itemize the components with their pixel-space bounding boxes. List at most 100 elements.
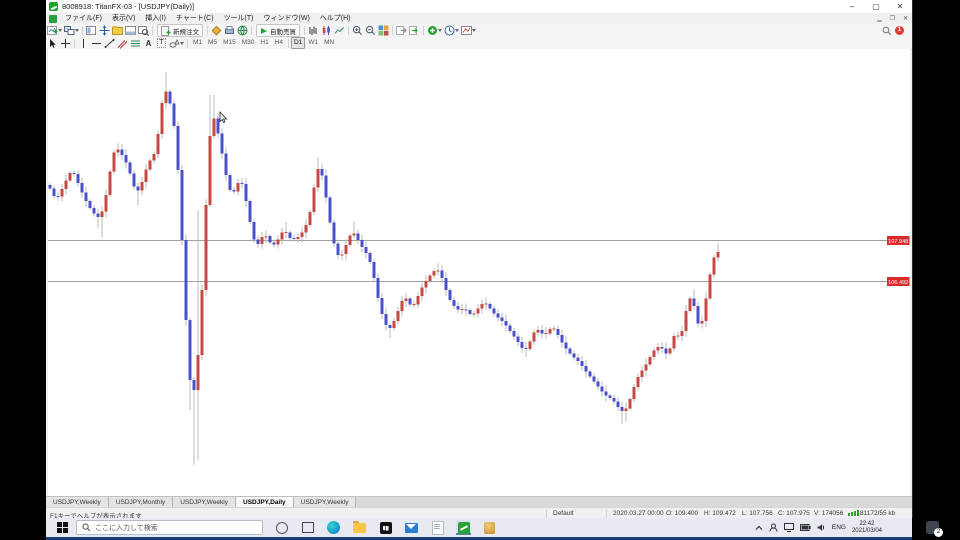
periods-dropdown[interactable] xyxy=(455,29,459,32)
new-order-button[interactable]: 新規注文 xyxy=(157,24,203,37)
zoom-out-icon[interactable] xyxy=(364,25,377,36)
profiles-dropdown[interactable] xyxy=(75,29,79,32)
text-tool-icon[interactable]: A xyxy=(142,38,155,49)
chart-shift-icon[interactable] xyxy=(395,25,408,36)
status-close: C: 107.975 xyxy=(778,510,810,517)
templates-dropdown[interactable] xyxy=(472,29,476,32)
cortana-icon[interactable] xyxy=(274,520,289,535)
minimize-button[interactable]: – xyxy=(840,1,864,13)
timeframe-m5[interactable]: M5 xyxy=(205,38,220,48)
menu-insert[interactable]: 挿入(I) xyxy=(140,13,171,24)
child-close-button[interactable]: ✕ xyxy=(899,15,912,22)
menu-help[interactable]: ヘルプ(H) xyxy=(315,13,356,24)
cursor-tool-icon[interactable] xyxy=(46,38,59,49)
candle-bodies xyxy=(48,91,720,411)
edge-icon[interactable] xyxy=(326,520,341,535)
timeframe-m15[interactable]: M15 xyxy=(220,38,239,48)
chart-child-icon xyxy=(49,14,57,23)
autotrade-button[interactable]: 自動売買 xyxy=(256,24,300,37)
notification-badge[interactable]: 1 xyxy=(895,26,904,35)
people-icon[interactable] xyxy=(769,523,778,532)
market-watch-icon[interactable] xyxy=(85,25,98,36)
task-view-icon[interactable] xyxy=(300,520,315,535)
child-minimize-button[interactable]: ▁ xyxy=(873,15,886,22)
new-order-label: 新規注文 xyxy=(173,28,199,36)
child-restore-button[interactable]: ❐ xyxy=(886,15,899,22)
mt4-window: 8008918: TitanFX-03 - [USDJPY(Daily)] – … xyxy=(46,0,913,520)
battery-icon[interactable] xyxy=(799,524,811,531)
timeframe-h1[interactable]: H1 xyxy=(257,38,271,48)
start-button[interactable] xyxy=(54,521,70,535)
tray-chevron-icon[interactable] xyxy=(755,525,763,531)
alerts-icon[interactable] xyxy=(210,25,223,36)
window-title: 8008918: TitanFX-03 - [USDJPY(Daily)] xyxy=(62,2,195,11)
shapes-dropdown[interactable] xyxy=(180,41,184,45)
search-placeholder: ここに入力して検索 xyxy=(95,524,158,532)
timeframe-mn[interactable]: MN xyxy=(321,38,337,48)
notepad-icon[interactable] xyxy=(430,520,445,535)
svg-text:107.948: 107.948 xyxy=(888,239,908,245)
timeframe-d1[interactable]: D1 xyxy=(291,37,306,49)
timeframe-m1[interactable]: M1 xyxy=(190,38,205,48)
close-button[interactable]: ✕ xyxy=(888,1,912,13)
channel-tool-icon[interactable] xyxy=(116,38,129,49)
search-icon[interactable] xyxy=(882,26,892,36)
standard-toolbar: 新規注文 自動売買 1 xyxy=(46,24,912,38)
mt4-taskbar-icon[interactable] xyxy=(456,520,471,535)
print-icon[interactable] xyxy=(223,25,236,36)
navigator-icon[interactable] xyxy=(111,25,124,36)
restore-button[interactable]: ▢ xyxy=(864,1,888,13)
menu-view[interactable]: 表示(V) xyxy=(107,13,140,24)
web-icon[interactable] xyxy=(236,25,249,36)
bar-chart-icon[interactable] xyxy=(307,25,320,36)
zoom-in-icon[interactable] xyxy=(351,25,364,36)
data-window-icon[interactable] xyxy=(98,25,111,36)
timeframe-h4[interactable]: H4 xyxy=(272,38,286,48)
chart-area[interactable]: 107.948 106.492 xyxy=(48,49,910,496)
svg-text:106.492: 106.492 xyxy=(888,280,908,286)
status-candle-time: 2020.03.27 00:00 xyxy=(613,510,664,517)
file-explorer-icon[interactable] xyxy=(352,520,367,535)
label-tool-icon[interactable]: T xyxy=(155,38,168,49)
screen: 8008918: TitanFX-03 - [USDJPY(Daily)] – … xyxy=(0,0,960,540)
gold-app-icon[interactable] xyxy=(482,520,497,535)
volume-icon[interactable] xyxy=(817,523,826,532)
search-icon xyxy=(82,523,91,532)
status-low: L: 107.756 xyxy=(742,510,773,517)
timeframe-m30[interactable]: M30 xyxy=(239,38,258,48)
new-chart-dropdown[interactable] xyxy=(58,29,62,32)
notification-center-icon[interactable]: 2 xyxy=(926,521,943,537)
system-tray: ENG 22:42 2021/03/04 xyxy=(755,521,882,535)
menu-window[interactable]: ウィンドウ(W) xyxy=(259,13,315,24)
strategy-tester-icon[interactable] xyxy=(137,25,150,36)
title-bar: 8008918: TitanFX-03 - [USDJPY(Daily)] – … xyxy=(46,0,912,13)
status-high: H: 109.472 xyxy=(704,510,736,517)
status-profile[interactable]: Default xyxy=(553,510,574,517)
taskbar-search-input[interactable]: ここに入力して検索 xyxy=(76,520,263,535)
trendline-tool-icon[interactable] xyxy=(103,38,116,49)
terminal-icon[interactable] xyxy=(124,25,137,36)
candlestick-chart-icon[interactable] xyxy=(320,25,333,36)
taskbar-clock[interactable]: 22:42 2021/03/04 xyxy=(852,521,882,535)
mouse-cursor xyxy=(219,110,228,124)
status-volume: V: 174056 xyxy=(814,510,844,517)
price-badge: 107.948 xyxy=(887,236,910,245)
clock-date: 2021/03/04 xyxy=(851,527,882,534)
language-indicator[interactable]: ENG xyxy=(832,524,846,531)
line-chart-icon[interactable] xyxy=(333,25,346,36)
microsoft-store-icon[interactable] xyxy=(378,520,393,535)
timeframe-w1[interactable]: W1 xyxy=(305,38,321,48)
menu-file[interactable]: ファイル(F) xyxy=(60,13,107,24)
mail-icon[interactable] xyxy=(404,520,419,535)
tile-windows-icon[interactable] xyxy=(377,25,390,36)
auto-scroll-icon[interactable] xyxy=(408,25,421,36)
price-badge: 106.492 xyxy=(887,277,910,286)
vertical-line-tool-icon[interactable] xyxy=(77,38,90,49)
menu-chart[interactable]: チャート(C) xyxy=(171,13,219,24)
menu-tools[interactable]: ツール(T) xyxy=(219,13,259,24)
fibonacci-tool-icon[interactable] xyxy=(129,38,142,49)
horizontal-line-tool-icon[interactable] xyxy=(90,38,103,49)
indicators-dropdown[interactable] xyxy=(438,29,442,32)
display-icon[interactable] xyxy=(783,523,794,532)
crosshair-tool-icon[interactable] xyxy=(59,38,72,49)
